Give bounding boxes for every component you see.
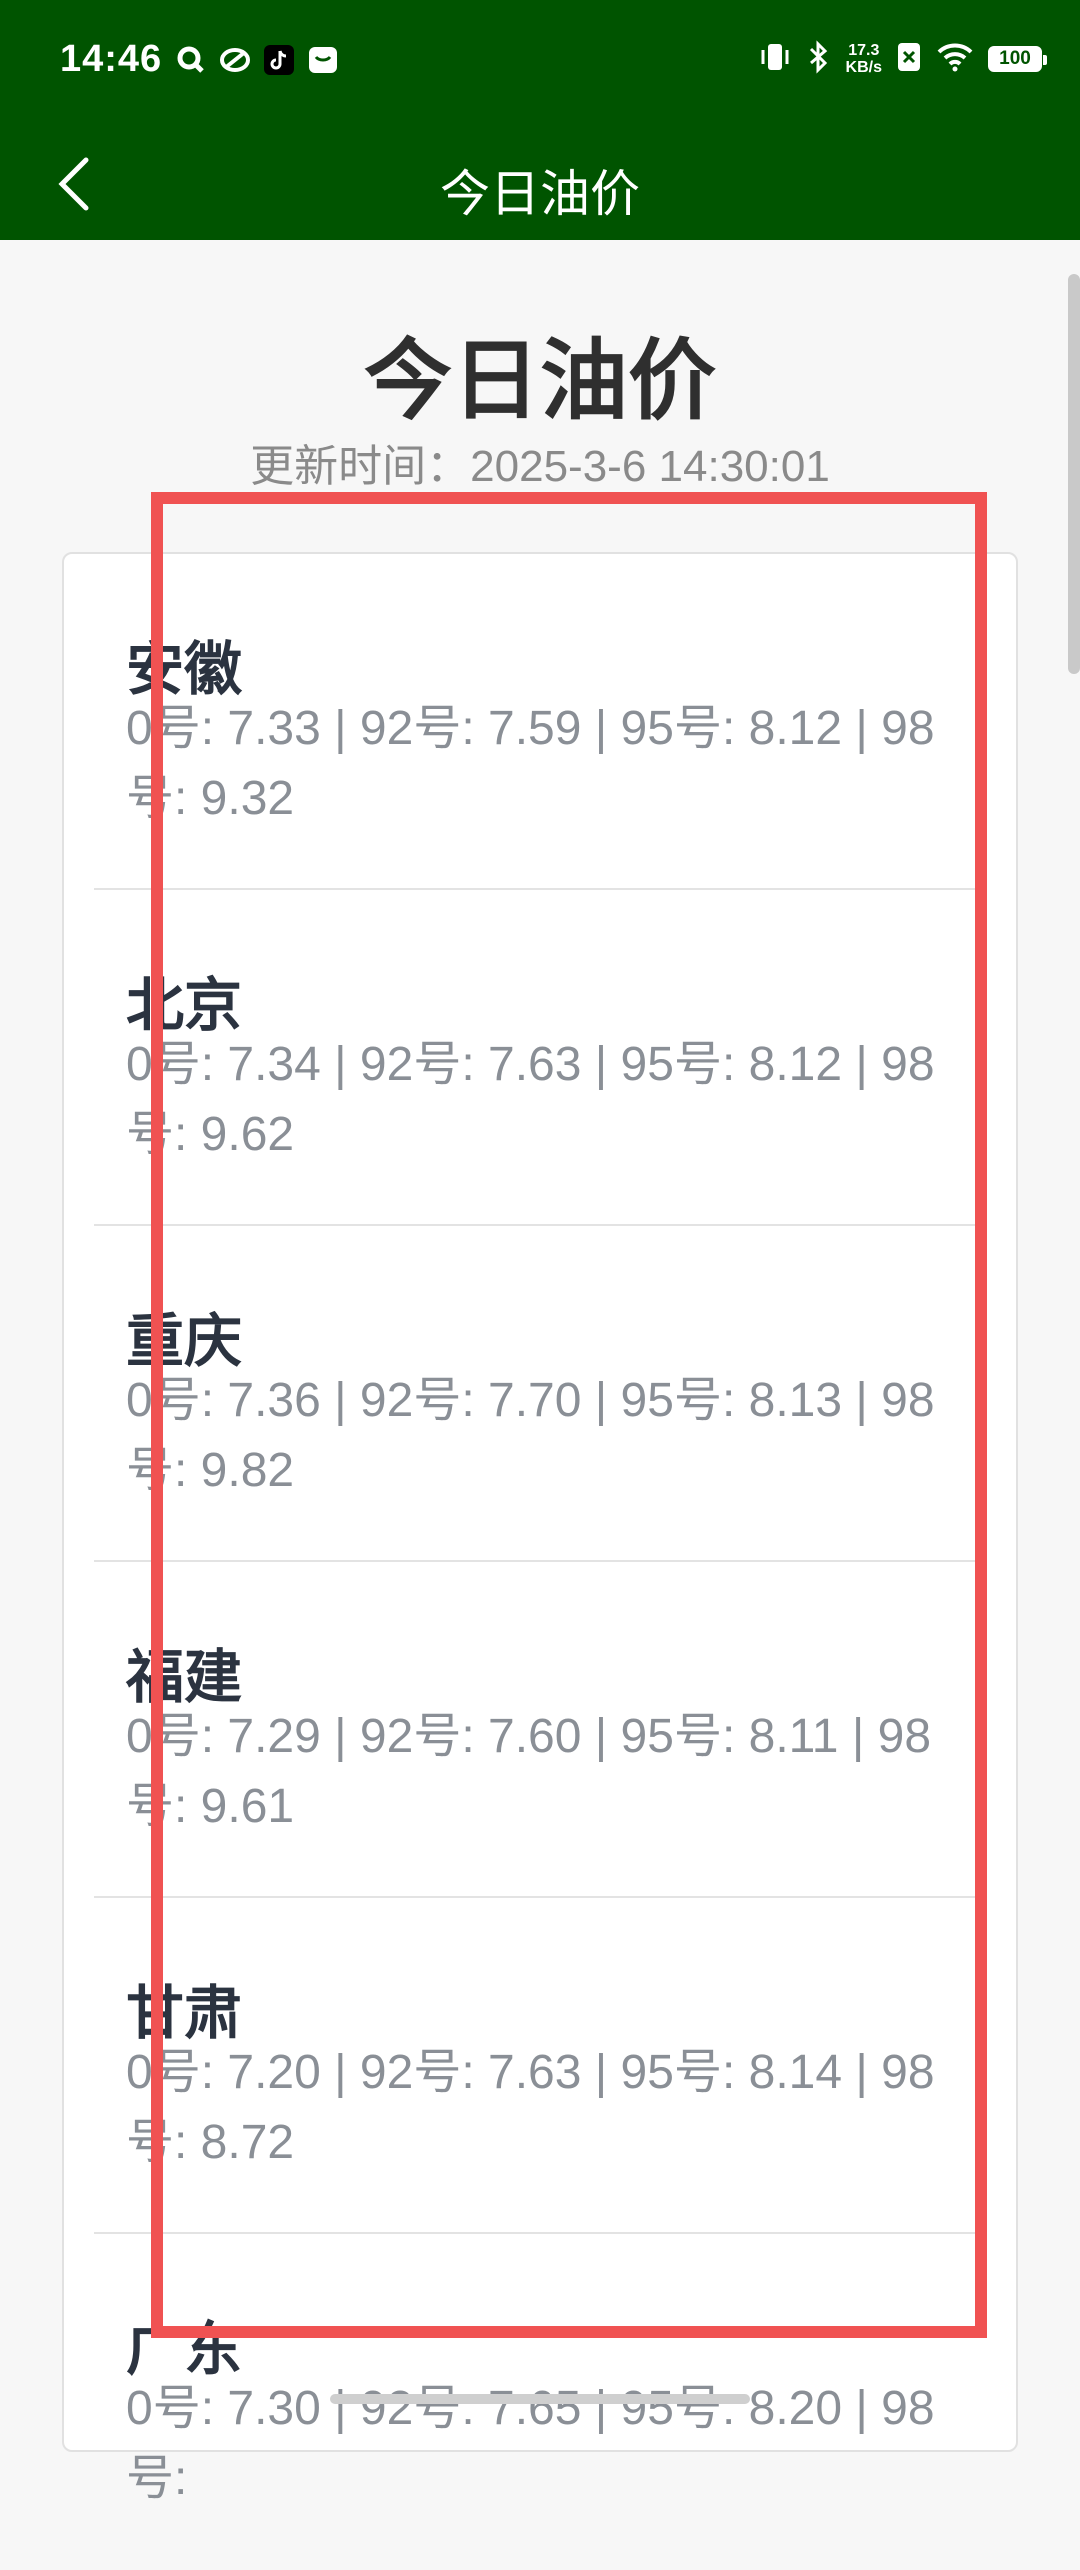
update-time: 更新时间：2025-3-6 14:30:01 [250, 442, 830, 491]
price-text: 0号: 7.33 | 92号: 7.59 | 95号: 8.12 | 98号: … [126, 702, 935, 825]
status-bar: 14:46 17.3 KB/s 100 [0, 0, 1080, 128]
list-item[interactable]: 福建 0号: 7.29 | 92号: 7.60 | 95号: 8.11 | 98… [64, 1562, 1016, 1898]
vibrate-icon [758, 41, 792, 77]
notification-icons [175, 44, 339, 76]
price-text: 0号: 7.29 | 92号: 7.60 | 95号: 8.11 | 98号: … [126, 1710, 932, 1833]
search-app-icon [175, 44, 207, 76]
price-text: 0号: 7.36 | 92号: 7.70 | 95号: 8.13 | 98号: … [126, 1374, 935, 1497]
app-bar-title: 今日油价 [440, 165, 640, 223]
network-speed: 17.3 KB/s [845, 42, 882, 76]
price-text: 0号: 7.34 | 92号: 7.63 | 95号: 8.12 | 98号: … [126, 1038, 935, 1161]
price-list: 安徽 0号: 7.33 | 92号: 7.59 | 95号: 8.12 | 98… [62, 552, 1018, 2505]
home-indicator[interactable] [330, 2394, 750, 2404]
message-app-icon [307, 44, 339, 76]
wifi-icon [936, 42, 974, 76]
page-title: 今日油价 [363, 329, 716, 432]
sim-off-icon [896, 41, 922, 77]
tiktok-icon [263, 44, 295, 76]
browser-app-icon [219, 44, 251, 76]
list-item[interactable]: 安徽 0号: 7.33 | 92号: 7.59 | 95号: 8.12 | 98… [64, 554, 1016, 890]
battery-indicator: 100 [988, 46, 1047, 72]
price-text: 0号: 7.20 | 92号: 7.63 | 95号: 8.14 | 98号: … [126, 2046, 935, 2169]
system-icons: 17.3 KB/s 100 [758, 40, 1047, 78]
status-time: 14:46 [60, 38, 163, 80]
app-bar: 今日油价 [0, 128, 1080, 240]
list-item[interactable]: 北京 0号: 7.34 | 92号: 7.63 | 95号: 8.12 | 98… [64, 890, 1016, 1226]
list-item[interactable]: 甘肃 0号: 7.20 | 92号: 7.63 | 95号: 8.14 | 98… [64, 1898, 1016, 2234]
list-item[interactable]: 重庆 0号: 7.36 | 92号: 7.70 | 95号: 8.13 | 98… [64, 1226, 1016, 1562]
bluetooth-icon [806, 40, 832, 78]
